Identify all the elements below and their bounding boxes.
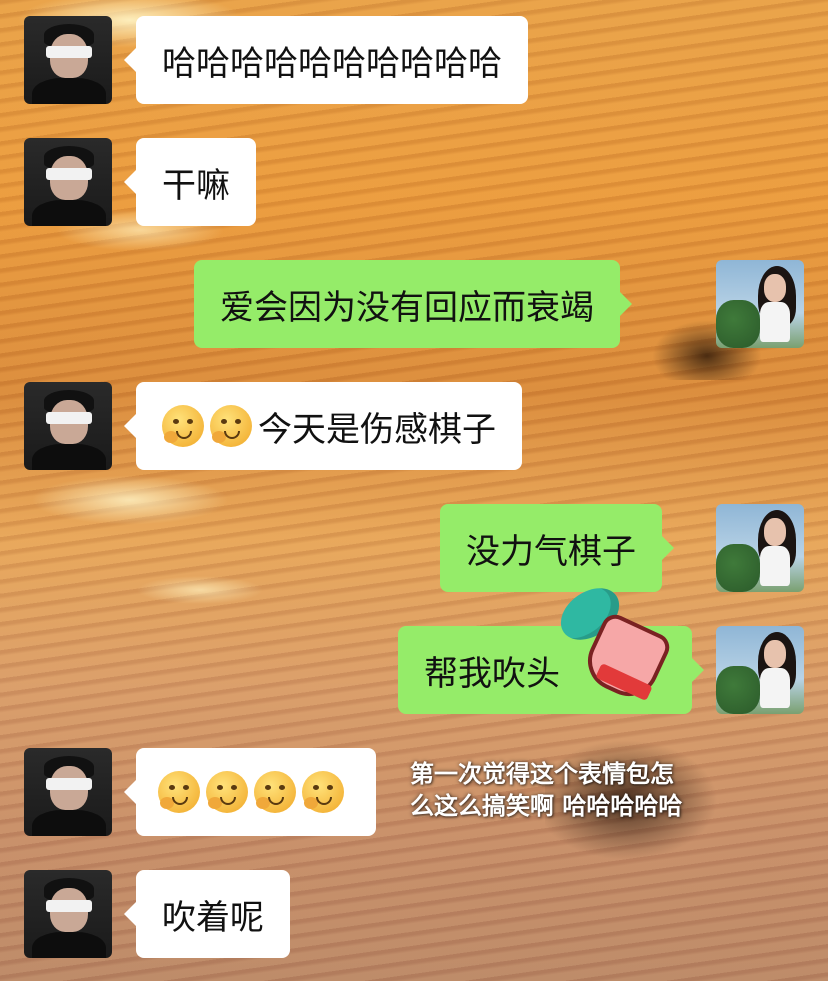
message-text: 爱会因为没有回应而衰竭	[220, 287, 594, 328]
thinking-hand-emoji	[210, 405, 252, 447]
message-text: 干嘛	[162, 165, 230, 206]
avatar-contact[interactable]	[24, 748, 112, 836]
avatar-self[interactable]	[716, 626, 804, 714]
blowing-emoji	[206, 771, 248, 813]
message-text: 今天是伤感棋子	[258, 409, 496, 450]
message-text: 哈哈哈哈哈哈哈哈哈哈	[162, 43, 502, 84]
message-text: 没力气棋子	[466, 531, 636, 572]
thinking-hand-emoji	[162, 405, 204, 447]
avatar-contact[interactable]	[24, 138, 112, 226]
blowing-emoji	[302, 771, 344, 813]
message-bubble-received[interactable]: 哈哈哈哈哈哈哈哈哈哈	[124, 16, 528, 104]
message-bubble-sent[interactable]: 爱会因为没有回应而衰竭	[194, 260, 632, 348]
hair-dryer-glove-sticker	[551, 577, 674, 706]
avatar-contact[interactable]	[24, 382, 112, 470]
blowing-emoji	[254, 771, 296, 813]
message-text: 吹着呢	[162, 897, 264, 938]
message-bubble-received[interactable]	[124, 748, 376, 836]
message-bubble-received[interactable]: 吹着呢	[124, 870, 290, 958]
blowing-emoji	[158, 771, 200, 813]
message-bubble-received[interactable]: 干嘛	[124, 138, 256, 226]
caption-line-1: 第一次觉得这个表情包怎	[410, 760, 674, 788]
caption-line-2: 么这么搞笑啊 哈哈哈哈哈	[410, 792, 683, 820]
avatar-self[interactable]	[716, 504, 804, 592]
caption-overlay: 第一次觉得这个表情包怎 么这么搞笑啊 哈哈哈哈哈	[410, 758, 770, 822]
message-bubble-sent[interactable]: 没力气棋子	[440, 504, 674, 592]
avatar-self[interactable]	[716, 260, 804, 348]
message-text: 帮我吹头	[424, 653, 560, 694]
message-bubble-received[interactable]: 今天是伤感棋子	[124, 382, 522, 470]
avatar-contact[interactable]	[24, 870, 112, 958]
avatar-contact[interactable]	[24, 16, 112, 104]
